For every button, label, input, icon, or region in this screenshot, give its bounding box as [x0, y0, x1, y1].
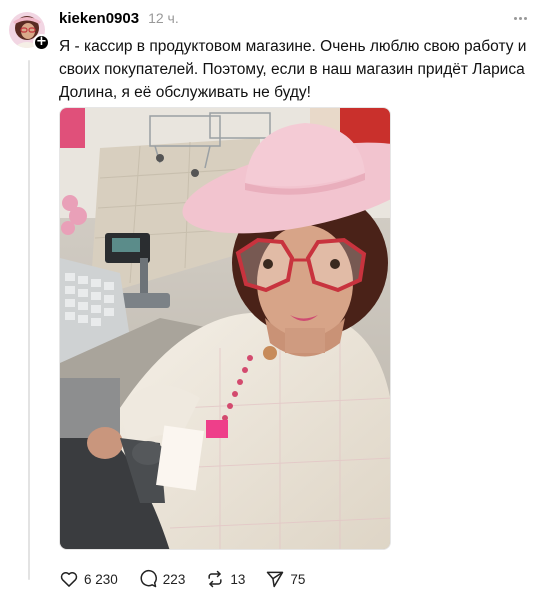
post-image[interactable]	[59, 107, 391, 550]
author-avatar[interactable]: +	[9, 12, 50, 51]
repost-count: 13	[230, 571, 246, 587]
repost-icon	[208, 570, 222, 588]
comment-button[interactable]: 223	[138, 569, 186, 589]
heart-icon	[60, 571, 78, 587]
post-header: kieken0903 12 ч.	[59, 10, 179, 30]
thread-line	[28, 60, 30, 580]
repost-button[interactable]: 13	[205, 569, 245, 589]
post-text: Я - кассир в продуктовом магазине. Очень…	[59, 38, 527, 101]
share-button[interactable]: 75	[265, 569, 305, 589]
post-actions: 6 230 223 13 75	[59, 569, 325, 589]
post-time[interactable]: 12 ч.	[148, 10, 179, 26]
comment-count: 223	[162, 571, 186, 587]
thread-post: + kieken0903 12 ч. Я - кассир в продукто…	[0, 0, 545, 600]
like-count: 6 230	[84, 571, 118, 587]
more-icon[interactable]	[510, 10, 530, 26]
comment-icon	[140, 569, 157, 588]
follow-plus-icon[interactable]: +	[33, 34, 50, 51]
send-icon	[267, 571, 284, 588]
selfie-photo-image	[60, 108, 390, 549]
share-count: 75	[290, 571, 306, 587]
username[interactable]: kieken0903	[59, 10, 139, 27]
like-button[interactable]: 6 230	[59, 569, 118, 589]
